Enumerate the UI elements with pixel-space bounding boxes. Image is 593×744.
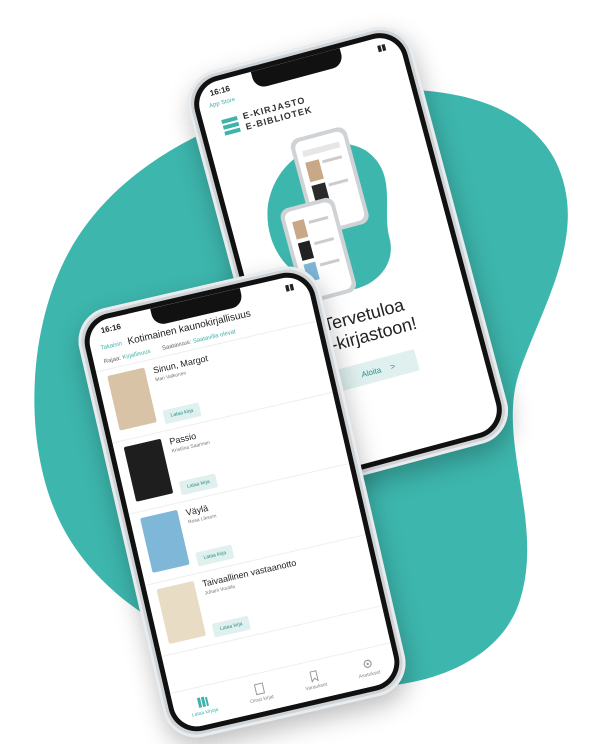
tab-download-books[interactable]: Lataa kirjoja	[188, 693, 219, 719]
download-button[interactable]: Lataa kirja	[162, 402, 202, 425]
tab-label: Omat kirjat	[249, 693, 275, 706]
start-button-label: Aloita	[360, 364, 383, 379]
tab-settings[interactable]: Asetukset	[355, 656, 381, 680]
chevron-right-icon: >	[389, 361, 397, 372]
start-button[interactable]: Aloita >	[336, 349, 420, 391]
filter-category-label: Rajaa:	[103, 355, 122, 366]
download-button[interactable]: Lataa kirja	[211, 615, 251, 638]
gear-icon	[363, 659, 372, 669]
battery-icon: ▮▮	[284, 281, 295, 293]
download-button[interactable]: Lataa kirja	[178, 473, 219, 496]
tab-my-books[interactable]: Omat kirjat	[246, 680, 274, 705]
download-button[interactable]: Lataa kirja	[195, 544, 235, 567]
status-time: 16:16	[99, 321, 122, 335]
tab-label: Varaukset	[304, 681, 328, 693]
status-time: 16:16	[208, 83, 231, 98]
tab-reservations[interactable]: Varaukset	[302, 668, 328, 692]
book-icon	[253, 682, 266, 696]
book-cover	[123, 438, 174, 502]
bookmark-icon	[309, 670, 319, 684]
book-cover	[107, 367, 157, 431]
back-button[interactable]: Takaisin	[100, 341, 122, 352]
tab-label: Lataa kirjoja	[191, 706, 220, 719]
library-icon	[196, 696, 209, 708]
battery-icon: ▮▮	[376, 41, 387, 53]
book-cover	[156, 580, 207, 645]
book-cover	[140, 509, 190, 573]
logo-mark-icon	[221, 115, 241, 136]
